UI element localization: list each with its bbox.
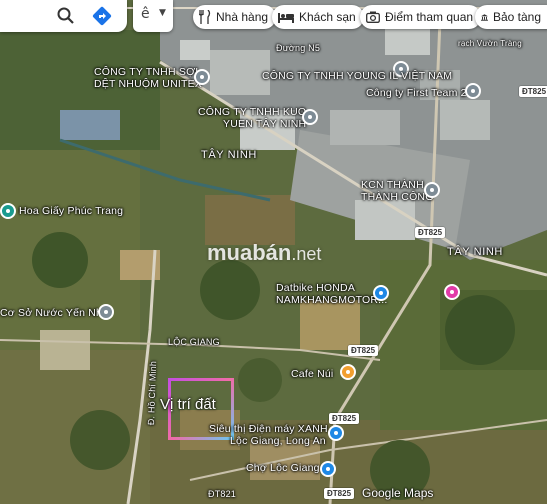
shop-pin-icon[interactable] bbox=[444, 284, 460, 300]
google-maps-brand: Google Maps bbox=[362, 486, 434, 500]
road-shield: ĐT825 bbox=[348, 345, 379, 356]
search-box[interactable] bbox=[0, 0, 127, 32]
area-label-loc-giang: LỘC GIANG bbox=[168, 337, 220, 347]
search-icon[interactable] bbox=[56, 6, 76, 26]
place-pin-icon[interactable] bbox=[194, 69, 210, 85]
chip-hotels[interactable]: Khách sạn bbox=[272, 5, 364, 29]
place-label-kuo-line2[interactable]: YUEN TÂY NINH bbox=[223, 119, 306, 130]
place-label-cafe-nui[interactable]: Cafe Núi bbox=[291, 369, 333, 380]
camera-icon bbox=[366, 11, 380, 23]
place-label-kuo[interactable]: CÔNG TY TNHH KUO bbox=[198, 107, 306, 118]
market-pin-icon[interactable] bbox=[320, 461, 336, 477]
chip-label: Bảo tàng bbox=[492, 10, 541, 24]
water-label: rạch Vườn Tràng bbox=[458, 39, 522, 48]
place-label-sieu-thi[interactable]: Siêu thị Điện máy XANH bbox=[209, 424, 328, 435]
place-label-unitex[interactable]: CÔNG TY TNHH SỢI bbox=[94, 67, 198, 78]
restaurant-icon bbox=[199, 10, 211, 24]
museum-icon bbox=[481, 13, 488, 21]
place-pin-icon[interactable] bbox=[465, 83, 481, 99]
place-label-cho-loc-giang[interactable]: Chợ Lộc Giang bbox=[246, 463, 320, 474]
road-label-n5: Đường N5 bbox=[276, 43, 321, 53]
watermark-main: muabán bbox=[207, 240, 292, 265]
area-label-tay-ninh-2: TÂY NINH bbox=[447, 246, 503, 258]
watermark-tld: .net bbox=[291, 244, 322, 264]
chip-label: Khách sạn bbox=[299, 10, 356, 24]
directions-icon[interactable] bbox=[92, 6, 112, 26]
shopping-pin-icon[interactable] bbox=[328, 425, 344, 441]
chip-attractions[interactable]: Điểm tham quan bbox=[360, 5, 482, 29]
place-label-youngil[interactable]: CÔNG TY TNHH YOUNG IL VIỆT NAM bbox=[262, 71, 452, 82]
chip-museums[interactable]: Bảo tàng bbox=[475, 5, 547, 29]
chevron-down-icon: ▼ bbox=[159, 8, 166, 18]
language-selector[interactable]: ê ▼ bbox=[133, 0, 173, 32]
road-label-dt821: ĐT821 bbox=[208, 489, 237, 499]
motorbike-pin-icon[interactable] bbox=[373, 285, 389, 301]
place-label-co-so-nuoc[interactable]: Cơ Sở Nước Yến Nhi bbox=[0, 308, 105, 319]
place-label-first-team[interactable]: Công ty First Team 2 bbox=[366, 88, 467, 99]
road-shield: ĐT825 bbox=[415, 227, 446, 238]
road-shield: ĐT825 bbox=[329, 413, 360, 424]
place-label-datbike[interactable]: Datbike HONDA bbox=[276, 283, 355, 294]
place-pin-icon[interactable] bbox=[98, 304, 114, 320]
chip-label: Nhà hàng bbox=[216, 10, 269, 24]
place-label-sieu-thi-line2[interactable]: Lộc Giang, Long An bbox=[230, 436, 326, 447]
flower-pin-icon[interactable] bbox=[0, 203, 16, 219]
place-pin-icon[interactable] bbox=[302, 109, 318, 125]
road-shield: ĐT825 bbox=[519, 86, 547, 97]
road-label-ho-chi-minh: Đ. Hồ Chí Minh bbox=[146, 360, 159, 426]
place-label-hoa-giay[interactable]: Hoa Giấy Phúc Trang bbox=[19, 206, 123, 217]
place-label-unitex-line2[interactable]: DỆT NHUỘM UNITEX bbox=[94, 79, 202, 90]
language-glyph: ê bbox=[141, 6, 150, 22]
watermark: muabán.net bbox=[207, 240, 321, 266]
chip-restaurants[interactable]: Nhà hàng bbox=[193, 5, 277, 29]
cafe-pin-icon[interactable] bbox=[340, 364, 356, 380]
hotel-icon bbox=[278, 13, 294, 23]
area-label-tay-ninh: TÂY NINH bbox=[201, 149, 257, 161]
place-label-kcn[interactable]: KCN THÀNH bbox=[361, 180, 424, 191]
place-label-datbike-line2[interactable]: NAMKHANGMOTOR... bbox=[276, 295, 388, 306]
chip-label: Điểm tham quan bbox=[385, 10, 474, 24]
road-shield: ĐT825 bbox=[324, 488, 355, 499]
land-location-label: Vị trí đất bbox=[160, 396, 216, 413]
place-pin-icon[interactable] bbox=[424, 182, 440, 198]
place-label-kcn-line2[interactable]: THÀNH CÔNG bbox=[361, 192, 434, 203]
